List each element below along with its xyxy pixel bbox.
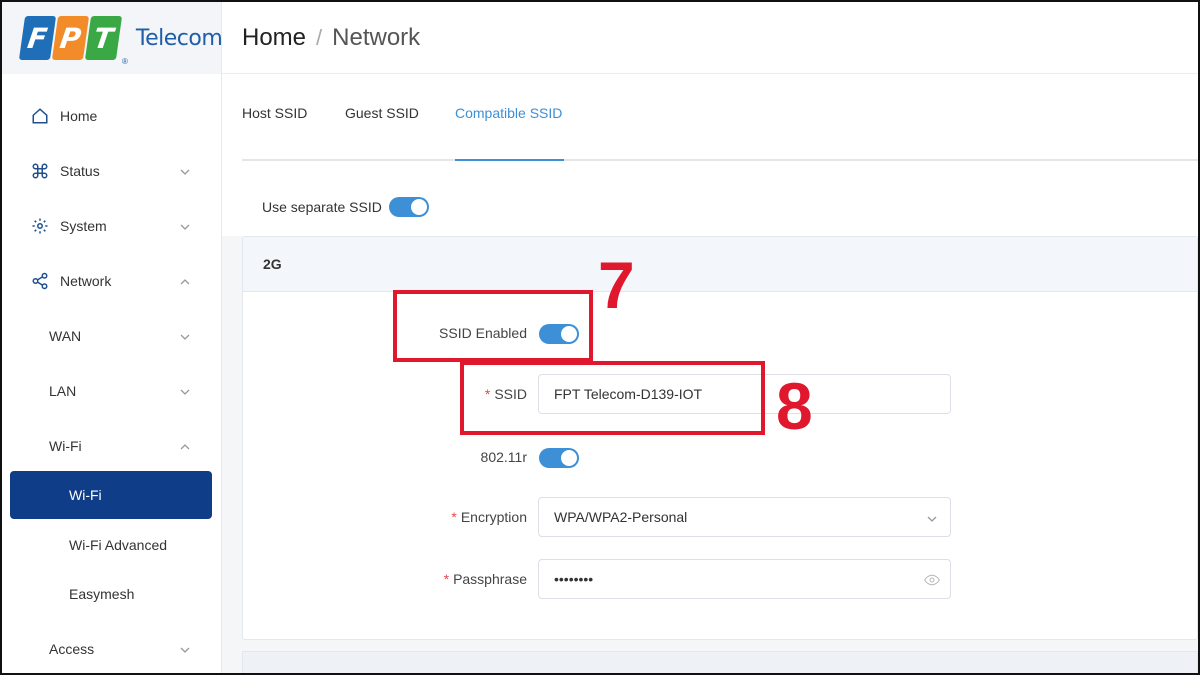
80211r-toggle[interactable] — [539, 448, 579, 468]
sidebar-item-status[interactable]: Status — [2, 151, 221, 191]
brand-logo[interactable]: F P T ® Telecom — [2, 2, 223, 74]
separate-ssid-label: Use separate SSID — [262, 199, 382, 215]
panel-2g: 2G SSID Enabled * SSID FPT Telecom-D139-I… — [242, 236, 1198, 640]
sidebar-item-wifi-group[interactable]: Wi-Fi — [2, 426, 221, 466]
sidebar-item-label: Easymesh — [69, 586, 135, 602]
sidebar-item-label: Access — [49, 641, 95, 657]
ssid-tabs: Host SSID Guest SSID Compatible SSID — [242, 75, 1198, 161]
chevron-down-icon — [179, 165, 191, 177]
80211r-label: 802.11r — [480, 449, 527, 465]
breadcrumb-current: Network — [332, 23, 421, 51]
command-icon — [30, 161, 50, 181]
registered-mark: ® — [122, 57, 128, 66]
logo-letter-f: F — [18, 16, 57, 60]
page-header: Home / Network — [222, 2, 1198, 74]
eye-icon[interactable] — [924, 572, 940, 588]
annotation-box-7 — [393, 290, 593, 362]
tabs-wrapper: Host SSID Guest SSID Compatible SSID — [222, 75, 1198, 161]
toggle-knob — [411, 199, 427, 215]
separate-ssid-row: Use separate SSID — [222, 161, 1198, 236]
passphrase-label: Passphrase — [453, 571, 527, 587]
sidebar-item-label: WAN — [49, 328, 82, 344]
annotation-box-8 — [460, 361, 765, 435]
passphrase-value: •••••••• — [554, 571, 594, 587]
chevron-down-icon — [926, 512, 938, 524]
chevron-up-icon — [179, 275, 191, 287]
tab-compatible-ssid[interactable]: Compatible SSID — [455, 105, 562, 121]
sidebar-item-label: Wi-Fi — [49, 438, 82, 454]
chevron-down-icon — [179, 220, 191, 232]
required-mark: * — [451, 509, 457, 525]
home-icon — [30, 106, 50, 126]
encryption-select[interactable]: WPA/WPA2-Personal — [538, 497, 951, 537]
encryption-label: Encryption — [460, 509, 527, 525]
sidebar-item-wifi[interactable]: Wi-Fi — [10, 471, 212, 519]
logo-letter-p: P — [51, 16, 90, 60]
fpt-logo-mark: F P T — [18, 16, 123, 60]
tab-guest-ssid[interactable]: Guest SSID — [345, 105, 419, 121]
required-mark: * — [443, 571, 450, 587]
sidebar-item-label: Wi-Fi Advanced — [69, 537, 168, 553]
sidebar-item-label: Home — [60, 108, 98, 124]
sidebar-item-wan[interactable]: WAN — [2, 316, 221, 356]
annotation-number-8: 8 — [776, 369, 813, 443]
sidebar-item-label: Wi-Fi — [69, 487, 102, 503]
passphrase-input[interactable]: •••••••• — [538, 559, 951, 599]
sidebar-item-wifi-advanced[interactable]: Wi-Fi Advanced — [2, 525, 221, 565]
logo-name: Telecom — [135, 25, 223, 51]
breadcrumb-home[interactable]: Home — [242, 24, 306, 52]
toggle-knob — [561, 450, 577, 466]
passphrase-label-wrap: * Passphrase — [347, 571, 527, 587]
chevron-down-icon — [179, 385, 191, 397]
annotation-number-7: 7 — [598, 248, 635, 322]
sidebar-item-label: Network — [60, 273, 112, 289]
chevron-up-icon — [179, 440, 191, 452]
sidebar-item-lan[interactable]: LAN — [2, 371, 221, 411]
panel-2g-title: 2G — [243, 237, 1197, 292]
gear-icon — [30, 216, 50, 236]
sidebar-item-label: LAN — [49, 383, 77, 399]
chevron-down-icon — [179, 330, 191, 342]
breadcrumb-separator: / — [316, 24, 323, 50]
tab-host-ssid[interactable]: Host SSID — [242, 105, 307, 121]
sidebar-item-network[interactable]: Network — [2, 261, 221, 301]
separate-ssid-toggle[interactable] — [389, 197, 429, 217]
sidebar: F P T ® Telecom Home Status System Netwo… — [2, 2, 223, 673]
encryption-value: WPA/WPA2-Personal — [554, 509, 688, 525]
encryption-label-wrap: * Encryption — [347, 509, 527, 525]
chevron-down-icon — [179, 643, 191, 655]
sidebar-item-access[interactable]: Access — [2, 629, 221, 669]
sidebar-item-easymesh[interactable]: Easymesh — [2, 574, 221, 614]
sidebar-item-home[interactable]: Home — [2, 96, 221, 136]
next-panel-edge — [242, 651, 1198, 675]
logo-letter-t: T — [84, 16, 123, 60]
sidebar-item-label: System — [60, 218, 107, 234]
share-icon — [30, 271, 50, 291]
sidebar-item-system[interactable]: System — [2, 206, 221, 246]
sidebar-item-label: Status — [60, 163, 100, 179]
